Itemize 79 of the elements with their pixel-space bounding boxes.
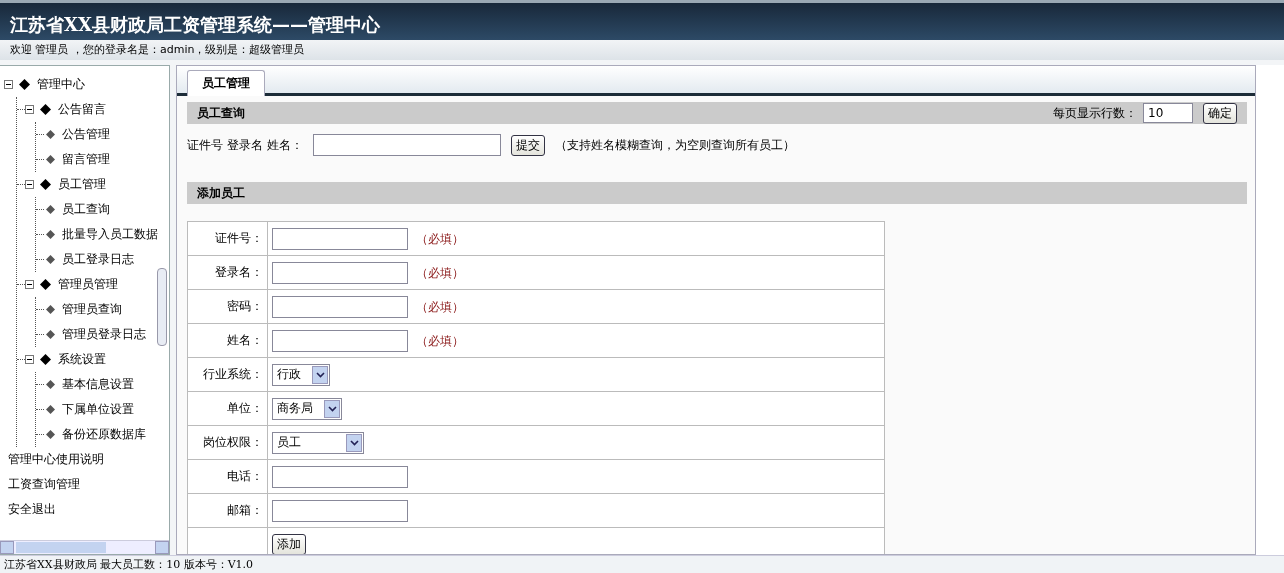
welcome-text: 欢迎 管理员 ，您的登录名是：admin，级别是：超级管理员 xyxy=(0,40,1284,60)
field-label: 单位： xyxy=(187,391,268,426)
diamond-icon xyxy=(19,79,30,90)
tree-item[interactable]: 留言管理 xyxy=(62,151,110,168)
diamond-icon xyxy=(46,330,55,339)
input-field[interactable] xyxy=(272,227,408,250)
input-field[interactable] xyxy=(272,329,408,352)
input-field[interactable] xyxy=(272,465,408,488)
input-field[interactable] xyxy=(272,295,408,318)
sidebar-link[interactable]: 管理中心使用说明 xyxy=(4,447,169,472)
sidebar-link[interactable]: 工资查询管理 xyxy=(4,472,169,497)
sidebar-link[interactable]: 安全退出 xyxy=(4,497,169,522)
diamond-icon xyxy=(40,179,51,190)
tree-item[interactable]: 系统设置 xyxy=(58,351,106,368)
diamond-icon xyxy=(46,255,55,264)
app-title: 江苏省XX县财政局工资管理系统——管理中心 xyxy=(10,14,381,36)
field-label: 邮箱： xyxy=(187,493,268,528)
section-title: 添加员工 xyxy=(197,184,245,202)
field-label: 登录名： xyxy=(187,255,268,290)
tree-item[interactable]: 批量导入员工数据 xyxy=(62,226,158,243)
input-field[interactable] xyxy=(272,499,408,522)
confirm-button[interactable]: 确定 xyxy=(1203,102,1237,124)
tree-item[interactable]: 管理员登录日志 xyxy=(62,326,146,343)
chevron-down-icon xyxy=(315,371,325,378)
dropdown[interactable]: 商务局 xyxy=(272,397,342,420)
input-field[interactable] xyxy=(272,261,408,284)
dropdown[interactable]: 员工 xyxy=(272,431,364,454)
diamond-icon xyxy=(40,279,51,290)
diamond-icon xyxy=(46,230,55,239)
horizontal-scrollbar[interactable] xyxy=(0,540,169,554)
tree-item[interactable]: 备份还原数据库 xyxy=(62,426,146,443)
section-title: 员工查询 xyxy=(197,104,245,122)
page-size-field[interactable]: 10 xyxy=(1143,103,1193,123)
field-label: 证件号： xyxy=(187,221,268,256)
collapse-icon[interactable] xyxy=(4,79,13,89)
field-label: 行业系统： xyxy=(187,357,268,392)
tree-item[interactable]: 公告管理 xyxy=(62,126,110,143)
field-label: 密码： xyxy=(187,289,268,324)
tree-item[interactable]: 公告留言 xyxy=(58,101,106,118)
tree-item[interactable]: 员工查询 xyxy=(62,201,110,218)
dropdown[interactable]: 行政 xyxy=(272,363,330,386)
search-label: 证件号 登录名 姓名： xyxy=(187,136,303,154)
chevron-down-icon xyxy=(349,439,359,446)
diamond-icon xyxy=(40,104,51,115)
required-note: （必填） xyxy=(416,299,464,314)
tree-item[interactable]: 管理员管理 xyxy=(58,276,118,293)
tree-item[interactable]: 员工管理 xyxy=(58,176,106,193)
tree-item[interactable]: 下属单位设置 xyxy=(62,401,134,418)
required-note: （必填） xyxy=(416,333,464,348)
diamond-icon xyxy=(46,155,55,164)
collapse-icon[interactable] xyxy=(25,354,34,364)
diamond-icon xyxy=(46,130,55,139)
collapse-icon[interactable] xyxy=(25,279,34,289)
tab[interactable]: 员工管理 xyxy=(187,70,265,96)
submit-button[interactable]: 提交 xyxy=(510,134,545,156)
scrollbar-thumb[interactable] xyxy=(157,268,167,346)
page-size-label: 每页显示行数： xyxy=(1053,104,1137,122)
field-label: 姓名： xyxy=(187,323,268,358)
required-note: （必填） xyxy=(416,265,464,280)
tree-item[interactable]: 员工登录日志 xyxy=(62,251,134,268)
status-bar: 江苏省XX县财政局 最大员工数：10 版本号：V1.0 xyxy=(0,555,1284,573)
chevron-down-icon xyxy=(327,405,337,412)
diamond-icon xyxy=(46,405,55,414)
add-button[interactable]: 添加 xyxy=(272,534,306,554)
search-field[interactable] xyxy=(312,134,501,156)
required-note: （必填） xyxy=(416,231,464,246)
diamond-icon xyxy=(46,380,55,389)
collapse-icon[interactable] xyxy=(25,104,34,114)
collapse-icon[interactable] xyxy=(25,179,34,189)
diamond-icon xyxy=(40,354,51,365)
tree-item[interactable]: 管理中心 xyxy=(37,76,85,93)
diamond-icon xyxy=(46,430,55,439)
field-label: 电话： xyxy=(187,459,268,494)
diamond-icon xyxy=(46,205,55,214)
tree-item[interactable]: 基本信息设置 xyxy=(62,376,134,393)
search-hint: （支持姓名模糊查询，为空则查询所有员工） xyxy=(554,136,795,154)
diamond-icon xyxy=(46,305,55,314)
tree-item[interactable]: 管理员查询 xyxy=(62,301,122,318)
field-label: 岗位权限： xyxy=(187,425,268,460)
